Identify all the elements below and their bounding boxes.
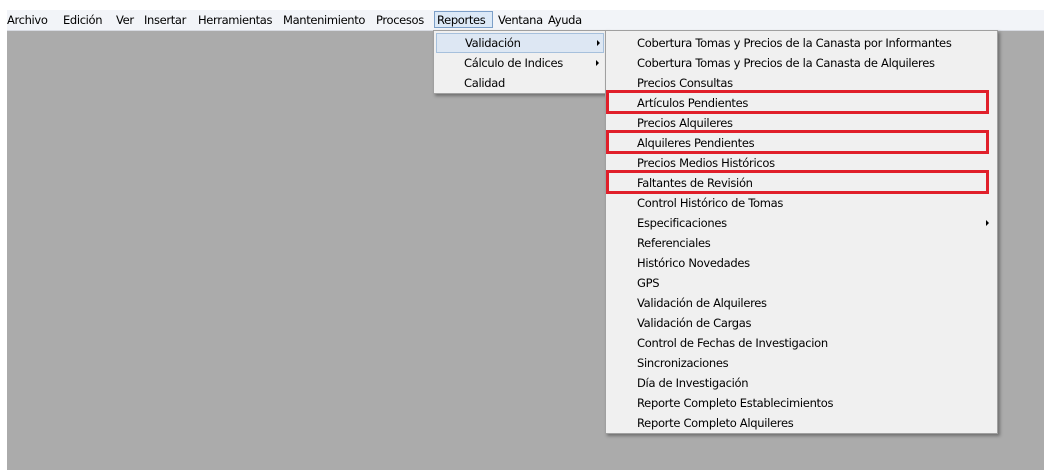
menu-ayuda[interactable]: Ayuda — [548, 10, 582, 30]
window-top-area — [0, 0, 1044, 10]
menu-item-label: Histórico Novedades — [637, 256, 750, 270]
menu-item-dia-de-investigacion[interactable]: Día de Investigación — [608, 373, 995, 393]
menu-item-label: Día de Investigación — [637, 376, 749, 390]
chevron-right-icon — [596, 60, 599, 66]
menu-item-label: Reporte Completo Establecimientos — [637, 396, 834, 410]
menu-item-label: Sincronizaciones — [637, 356, 729, 370]
menu-item-validacion[interactable]: Validación — [436, 33, 604, 53]
menu-item-label: Precios Alquileres — [637, 116, 733, 130]
menu-item-articulos-pendientes[interactable]: Artículos Pendientes — [608, 93, 995, 113]
menu-item-precios-alquileres[interactable]: Precios Alquileres — [608, 113, 995, 133]
menu-ver[interactable]: Ver — [116, 10, 134, 30]
menu-item-label: Faltantes de Revisión — [637, 176, 753, 190]
menu-item-calculo-de-indices[interactable]: Cálculo de Indices — [436, 53, 604, 73]
menu-item-referenciales[interactable]: Referenciales — [608, 233, 995, 253]
menu-herramientas[interactable]: Herramientas — [198, 10, 272, 30]
menu-item-cobertura-informantes[interactable]: Cobertura Tomas y Precios de la Canasta … — [608, 33, 995, 53]
menu-item-label: Control de Fechas de Investigacion — [637, 336, 828, 350]
menu-item-label: Precios Medios Históricos — [637, 156, 775, 170]
menu-item-validacion-de-alquileres[interactable]: Validación de Alquileres — [608, 293, 995, 313]
menu-item-label: Precios Consultas — [637, 76, 733, 90]
menu-item-reporte-completo-establecimientos[interactable]: Reporte Completo Establecimientos — [608, 393, 995, 413]
menu-item-reporte-completo-alquileres[interactable]: Reporte Completo Alquileres — [608, 413, 995, 433]
menu-item-alquileres-pendientes[interactable]: Alquileres Pendientes — [608, 133, 995, 153]
menu-insertar[interactable]: Insertar — [144, 10, 186, 30]
menu-item-calidad[interactable]: Calidad — [436, 73, 604, 93]
menu-item-label: Calidad — [464, 76, 506, 90]
menu-item-label: Reporte Completo Alquileres — [637, 416, 794, 430]
menu-bar: Archivo Edición Ver Insertar Herramienta… — [7, 10, 1044, 31]
menu-item-cobertura-alquileres[interactable]: Cobertura Tomas y Precios de la Canasta … — [608, 53, 995, 73]
menu-item-control-historico-de-tomas[interactable]: Control Histórico de Tomas — [608, 193, 995, 213]
menu-item-historico-novedades[interactable]: Histórico Novedades — [608, 253, 995, 273]
menu-mantenimiento[interactable]: Mantenimiento — [283, 10, 365, 30]
menu-item-precios-consultas[interactable]: Precios Consultas — [608, 73, 995, 93]
menu-item-label: Validación de Alquileres — [637, 296, 767, 310]
menu-item-label: Control Histórico de Tomas — [637, 196, 784, 210]
menu-ventana[interactable]: Ventana — [498, 10, 543, 30]
menu-item-label: Alquileres Pendientes — [637, 136, 755, 150]
menu-item-label: Referenciales — [637, 236, 711, 250]
menu-item-especificaciones[interactable]: Especificaciones — [608, 213, 995, 233]
menu-item-label: Artículos Pendientes — [637, 96, 749, 110]
menu-item-label: Cobertura Tomas y Precios de la Canasta … — [637, 36, 952, 50]
menu-item-label: Validación — [465, 36, 521, 50]
menu-item-label: Cálculo de Indices — [464, 56, 563, 70]
menu-item-validacion-de-cargas[interactable]: Validación de Cargas — [608, 313, 995, 333]
menu-item-faltantes-de-revision[interactable]: Faltantes de Revisión — [608, 173, 995, 193]
menu-procesos[interactable]: Procesos — [376, 10, 424, 30]
menu-item-label: Validación de Cargas — [637, 316, 752, 330]
reportes-dropdown: Validación Cálculo de Indices Calidad — [433, 30, 607, 94]
menu-item-sincronizaciones[interactable]: Sincronizaciones — [608, 353, 995, 373]
menu-item-label: GPS — [637, 276, 660, 290]
menu-reportes[interactable]: Reportes — [434, 11, 493, 28]
menu-item-label: Cobertura Tomas y Precios de la Canasta … — [637, 56, 935, 70]
chevron-right-icon — [597, 40, 600, 46]
chevron-right-icon — [986, 220, 989, 226]
menu-archivo[interactable]: Archivo — [7, 10, 48, 30]
menu-item-label: Especificaciones — [637, 216, 727, 230]
menu-item-gps[interactable]: GPS — [608, 273, 995, 293]
validacion-submenu: Cobertura Tomas y Precios de la Canasta … — [605, 30, 998, 434]
menu-item-precios-medios-historicos[interactable]: Precios Medios Históricos — [608, 153, 995, 173]
menu-edicion[interactable]: Edición — [63, 10, 103, 30]
menu-item-control-de-fechas[interactable]: Control de Fechas de Investigacion — [608, 333, 995, 353]
